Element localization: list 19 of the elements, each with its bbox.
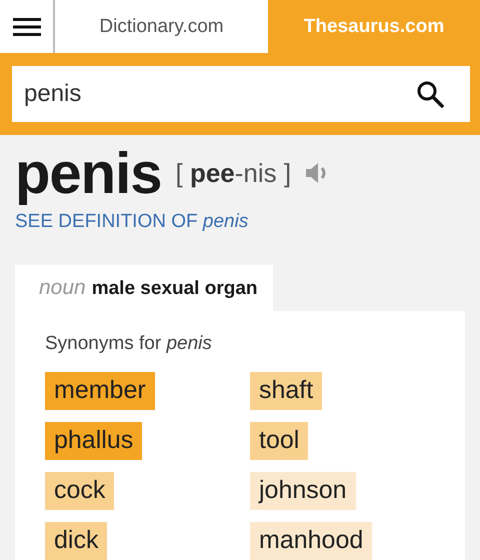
- menu-icon: [12, 16, 40, 36]
- pronunciation: [ pee-nis ]: [176, 158, 292, 188]
- synonym-link[interactable]: shaft: [250, 372, 322, 410]
- search-icon[interactable]: [416, 80, 444, 108]
- synonym-link[interactable]: manhood: [250, 522, 372, 560]
- synonym-link[interactable]: cock: [45, 472, 114, 510]
- sense-meaning: male sexual organ: [92, 278, 258, 300]
- part-of-speech: noun: [39, 276, 86, 300]
- search-field[interactable]: penis: [12, 66, 406, 122]
- synonym-link[interactable]: dick: [45, 522, 108, 560]
- synonym-link[interactable]: tool: [250, 422, 308, 460]
- synonym-link[interactable]: johnson: [250, 472, 356, 510]
- synonym-link[interactable]: phallus: [45, 422, 142, 460]
- definition-link[interactable]: SEE DEFINITION OF penis: [15, 211, 465, 233]
- synonyms-heading: Synonyms for penis: [45, 333, 213, 355]
- synonym-link[interactable]: member: [45, 372, 155, 410]
- search-button[interactable]: [406, 66, 470, 122]
- sense-tab[interactable]: noun male sexual organ: [15, 265, 273, 311]
- headword: penis: [15, 140, 162, 206]
